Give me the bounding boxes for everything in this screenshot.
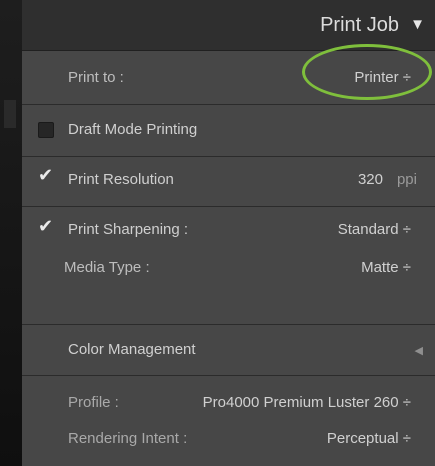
print-sharpening-dropdown[interactable]: Standard ÷: [338, 221, 411, 238]
profile-label: Profile :: [68, 394, 119, 411]
collapse-triangle-icon[interactable]: ▼: [410, 16, 425, 33]
draft-mode-row: Draft Mode Printing: [22, 105, 435, 155]
print-sharpening-label: Print Sharpening :: [68, 221, 189, 238]
profile-dropdown[interactable]: Pro4000 Premium Luster 260 ÷: [203, 394, 411, 411]
rendering-intent-label: Rendering Intent :: [68, 430, 188, 447]
color-management-label: Color Management: [68, 341, 196, 358]
print-to-label: Print to :: [68, 69, 124, 86]
highlight-ring: [302, 44, 432, 100]
draft-mode-checkbox[interactable]: [38, 122, 54, 138]
print-resolution-unit: ppi: [396, 171, 417, 188]
rendering-intent-dropdown[interactable]: Perceptual ÷: [327, 430, 411, 447]
expand-triangle-icon[interactable]: ◀: [415, 344, 423, 357]
panel-title: Print Job: [320, 14, 399, 36]
media-type-label: Media Type :: [64, 259, 150, 276]
print-sharpening-section: ✔ Print Sharpening : Standard ÷ Media Ty…: [22, 207, 435, 323]
color-management-header[interactable]: Color Management ◀: [22, 325, 435, 375]
print-resolution-label: Print Resolution: [68, 171, 174, 188]
left-edge-strip: [0, 0, 22, 466]
color-management-settings: Profile : Pro4000 Premium Luster 260 ÷ R…: [22, 376, 435, 466]
draft-mode-label: Draft Mode Printing: [68, 121, 198, 138]
left-edge-notch: [4, 100, 16, 128]
print-resolution-checkmark-icon[interactable]: ✔: [38, 165, 53, 186]
print-resolution-row: ✔ Print Resolution 320 ppi: [22, 157, 435, 205]
print-resolution-value[interactable]: 320: [358, 171, 383, 188]
print-sharpening-checkmark-icon[interactable]: ✔: [38, 216, 53, 237]
media-type-dropdown[interactable]: Matte ÷: [361, 259, 411, 276]
